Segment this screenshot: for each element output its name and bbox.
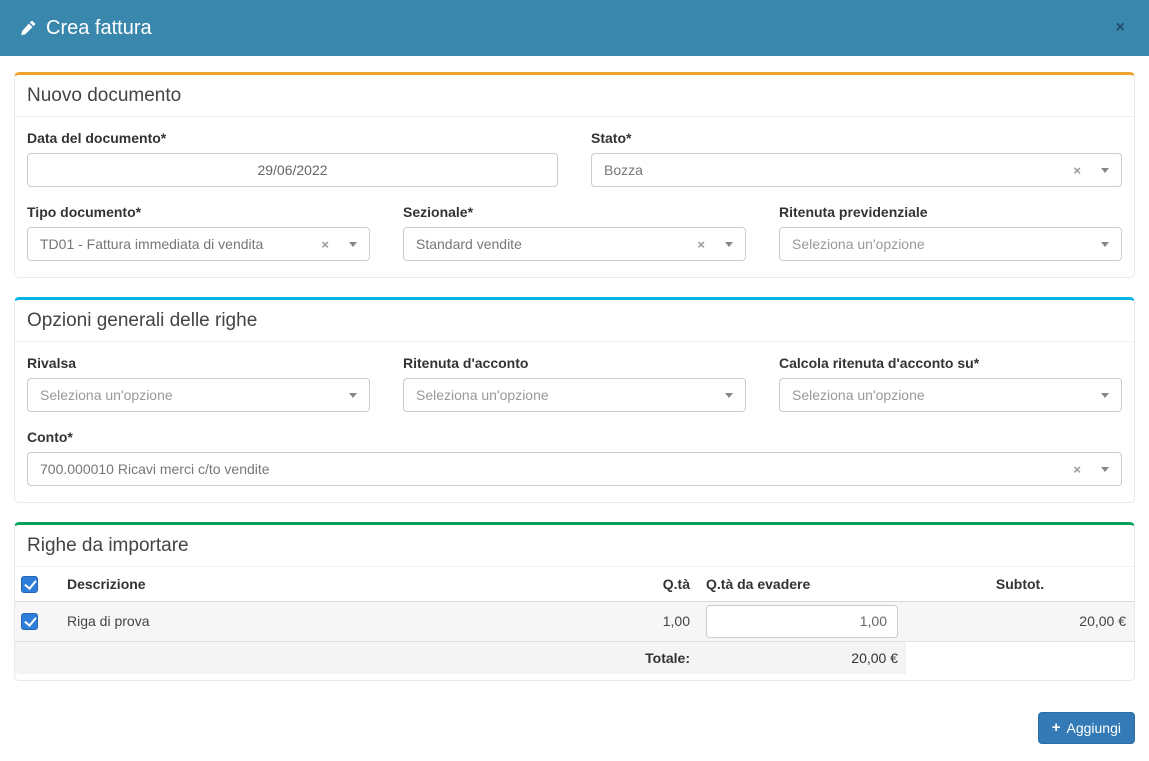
- tipo-documento-select[interactable]: TD01 - Fattura immediata di vendita ×: [27, 227, 370, 261]
- total-label: Totale:: [15, 641, 698, 674]
- ritenuta-acconto-select[interactable]: Seleziona un'opzione: [403, 378, 746, 412]
- field-label: Calcola ritenuta d'acconto su*: [779, 355, 1122, 371]
- section-nuovo-documento: Nuovo documento Data del documento* Stat…: [14, 72, 1135, 278]
- field-tipo-documento: Tipo documento* TD01 - Fattura immediata…: [27, 204, 370, 261]
- col-header-qta: Q.tà: [588, 567, 698, 601]
- field-stato: Stato* Bozza ×: [591, 130, 1122, 187]
- section-righe-da-importare: Righe da importare Descrizione Q.tà Q.tà…: [14, 522, 1135, 681]
- clear-icon[interactable]: ×: [697, 237, 705, 252]
- select-all-checkbox[interactable]: [21, 576, 38, 593]
- select-placeholder: Seleziona un'opzione: [792, 387, 1101, 403]
- footer-actions: + Aggiungi: [0, 700, 1149, 744]
- sezionale-select[interactable]: Standard vendite ×: [403, 227, 746, 261]
- selected-value: Bozza: [604, 162, 1073, 178]
- field-sezionale: Sezionale* Standard vendite ×: [403, 204, 746, 261]
- modal-title-text: Crea fattura: [46, 17, 152, 40]
- selected-value: Standard vendite: [416, 236, 697, 252]
- selected-value: TD01 - Fattura immediata di vendita: [40, 236, 321, 252]
- table-total-row: Totale: 20,00 €: [15, 641, 1134, 674]
- total-value: 20,00 €: [698, 641, 906, 674]
- table-row: Riga di prova 1,00 20,00 €: [15, 601, 1134, 641]
- section-title-opzioni-generali: Opzioni generali delle righe: [15, 300, 1134, 342]
- chevron-down-icon: [349, 393, 357, 398]
- field-label: Stato*: [591, 130, 1122, 146]
- field-label: Conto*: [27, 429, 1122, 445]
- clear-icon[interactable]: ×: [1073, 462, 1081, 477]
- close-icon[interactable]: ×: [1112, 18, 1129, 38]
- row-checkbox[interactable]: [21, 613, 38, 630]
- section-title-righe-da-importare: Righe da importare: [15, 525, 1134, 567]
- field-calcola-ritenuta: Calcola ritenuta d'acconto su* Seleziona…: [779, 355, 1122, 412]
- select-placeholder: Seleziona un'opzione: [416, 387, 725, 403]
- col-header-qta-da-evadere: Q.tà da evadere: [698, 567, 906, 601]
- field-ritenuta-acconto: Ritenuta d'acconto Seleziona un'opzione: [403, 355, 746, 412]
- chevron-down-icon: [1101, 393, 1109, 398]
- modal-title: Crea fattura: [20, 17, 152, 40]
- field-label: Rivalsa: [27, 355, 370, 371]
- document-date-input[interactable]: [27, 153, 558, 187]
- field-label: Ritenuta previdenziale: [779, 204, 1122, 220]
- chevron-down-icon: [1101, 168, 1109, 173]
- field-label: Ritenuta d'acconto: [403, 355, 746, 371]
- chevron-down-icon: [1101, 467, 1109, 472]
- col-header-descrizione: Descrizione: [59, 567, 588, 601]
- section-opzioni-generali: Opzioni generali delle righe Rivalsa Sel…: [14, 297, 1135, 503]
- field-label: Tipo documento*: [27, 204, 370, 220]
- chevron-down-icon: [1101, 242, 1109, 247]
- field-label: Sezionale*: [403, 204, 746, 220]
- add-button[interactable]: + Aggiungi: [1038, 712, 1135, 744]
- qty-to-fulfill-input[interactable]: [706, 605, 898, 638]
- select-placeholder: Seleziona un'opzione: [792, 236, 1101, 252]
- total-empty-cell: [906, 641, 1134, 674]
- chevron-down-icon: [349, 242, 357, 247]
- righe-table: Descrizione Q.tà Q.tà da evadere Subtot.…: [15, 567, 1134, 674]
- modal-header: Crea fattura ×: [0, 0, 1149, 56]
- field-conto: Conto* 700.000010 Ricavi merci c/to vend…: [27, 429, 1122, 486]
- row-subtotal: 20,00 €: [906, 601, 1134, 641]
- add-button-label: Aggiungi: [1067, 720, 1122, 736]
- chevron-down-icon: [725, 393, 733, 398]
- field-label: Data del documento*: [27, 130, 558, 146]
- row-description: Riga di prova: [59, 601, 588, 641]
- conto-select[interactable]: 700.000010 Ricavi merci c/to vendite ×: [27, 452, 1122, 486]
- col-header-subtot: Subtot.: [906, 567, 1134, 601]
- chevron-down-icon: [725, 242, 733, 247]
- table-header-row: Descrizione Q.tà Q.tà da evadere Subtot.: [15, 567, 1134, 601]
- field-data-documento: Data del documento*: [27, 130, 558, 187]
- stato-select[interactable]: Bozza ×: [591, 153, 1122, 187]
- plus-icon: +: [1052, 720, 1061, 735]
- section-title-nuovo-documento: Nuovo documento: [15, 75, 1134, 117]
- pencil-icon: [20, 20, 36, 36]
- field-rivalsa: Rivalsa Seleziona un'opzione: [27, 355, 370, 412]
- calcola-ritenuta-select[interactable]: Seleziona un'opzione: [779, 378, 1122, 412]
- rivalsa-select[interactable]: Seleziona un'opzione: [27, 378, 370, 412]
- field-ritenuta-previdenziale: Ritenuta previdenziale Seleziona un'opzi…: [779, 204, 1122, 261]
- clear-icon[interactable]: ×: [321, 237, 329, 252]
- modal-body: Nuovo documento Data del documento* Stat…: [0, 56, 1149, 681]
- row-qty: 1,00: [588, 601, 698, 641]
- select-placeholder: Seleziona un'opzione: [40, 387, 349, 403]
- ritenuta-previdenziale-select[interactable]: Seleziona un'opzione: [779, 227, 1122, 261]
- clear-icon[interactable]: ×: [1073, 163, 1081, 178]
- selected-value: 700.000010 Ricavi merci c/to vendite: [40, 461, 1073, 477]
